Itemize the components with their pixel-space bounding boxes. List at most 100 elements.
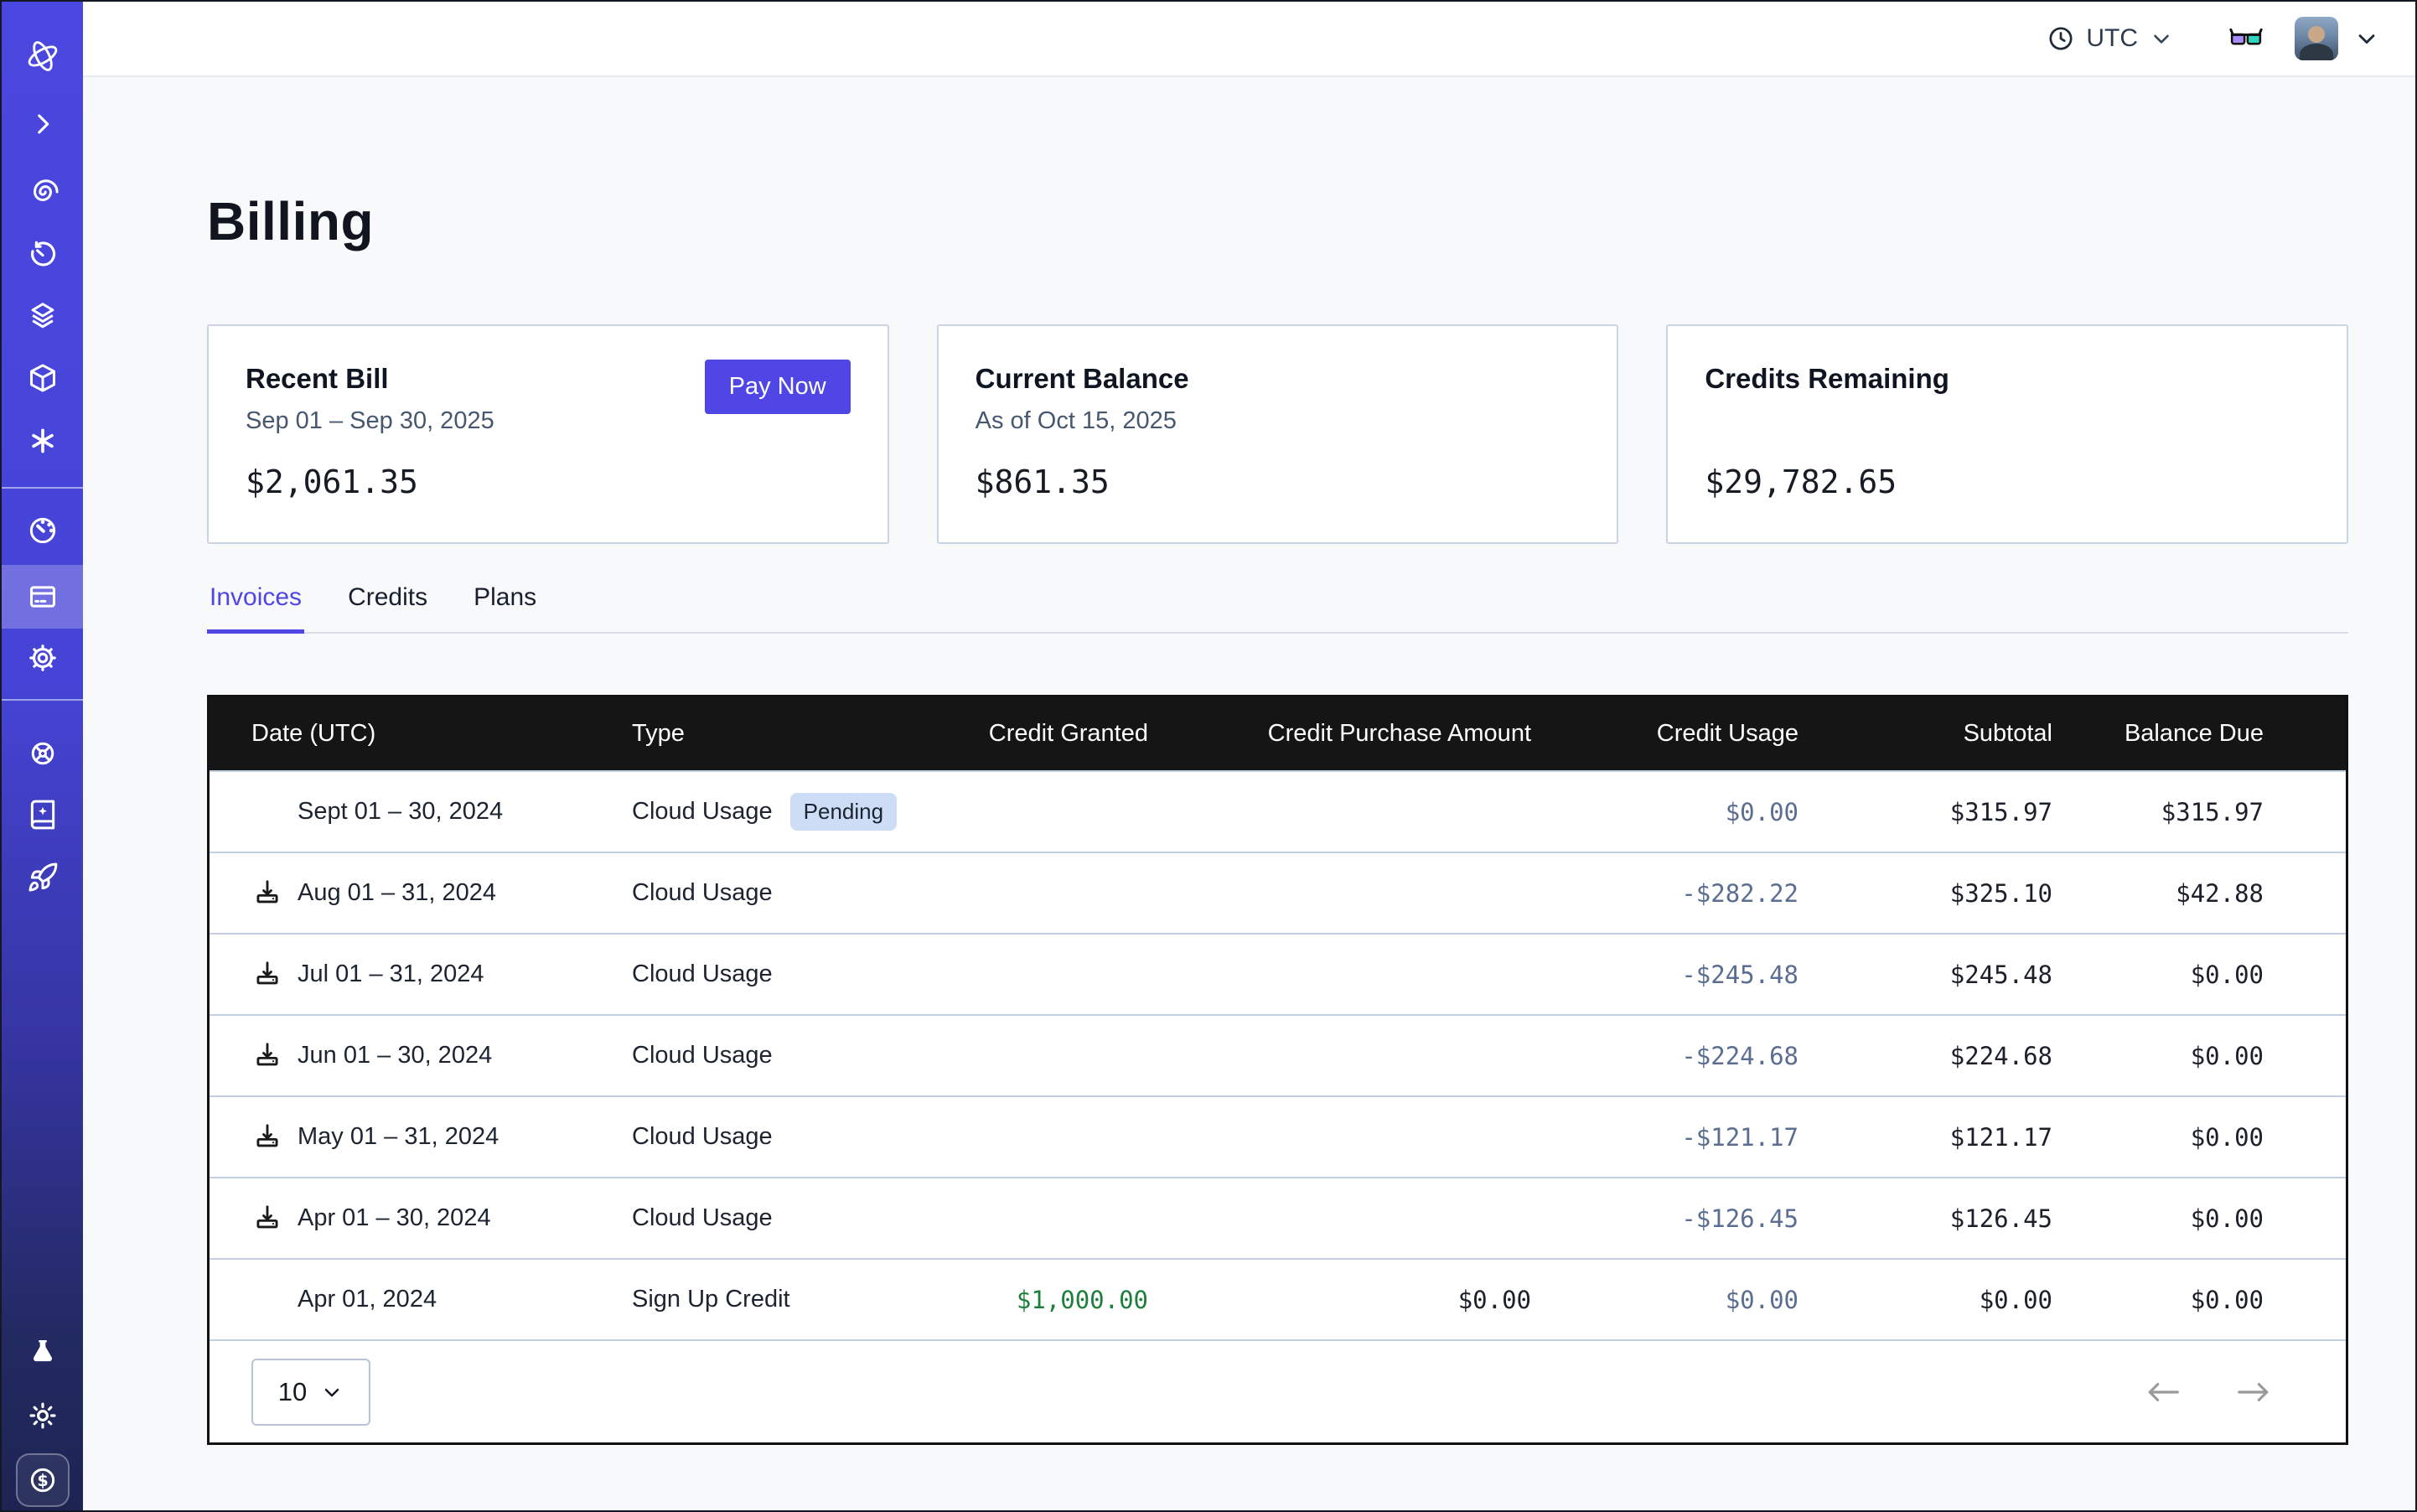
subtotal: $325.10 — [1799, 879, 2052, 908]
download-placeholder — [251, 796, 283, 828]
chevron-down-icon — [2149, 26, 2174, 51]
sidebar-item-timer[interactable] — [2, 222, 83, 286]
sidebar-divider — [2, 699, 83, 701]
recent-bill-amount: $2,061.35 — [246, 463, 418, 500]
main-area: UTC Billing Recent Bill — [83, 2, 2415, 1510]
sidebar-item-credits[interactable]: $ — [16, 1453, 70, 1507]
sidebar-item-settings[interactable] — [2, 626, 83, 690]
chevron-down-icon — [2353, 25, 2380, 52]
subtotal: $315.97 — [1799, 798, 2052, 826]
table-header-row: Date (UTC) Type Credit Granted Credit Pu… — [210, 697, 2346, 770]
demo-mode-button[interactable] — [2229, 25, 2263, 52]
atom-logo-glyph — [23, 37, 62, 75]
invoice-date: Jun 01 – 30, 2024 — [298, 1042, 492, 1069]
col-credit-granted: Credit Granted — [950, 720, 1148, 748]
balance-due: $42.88 — [2052, 879, 2346, 908]
subtotal: $245.48 — [1799, 961, 2052, 989]
invoice-date: Apr 01, 2024 — [298, 1286, 437, 1313]
table-row: Apr 01, 2024 Sign Up Credit $1,000.00 $0… — [210, 1258, 2346, 1339]
card-title: Credits Remaining — [1705, 363, 2310, 395]
next-page-button[interactable] — [2235, 1379, 2272, 1406]
sidebar-item-usage[interactable] — [2, 499, 83, 562]
credit-usage: -$126.45 — [1531, 1204, 1799, 1233]
download-icon[interactable] — [251, 1121, 283, 1153]
balance-due: $0.00 — [2052, 1123, 2346, 1152]
sidebar-item-layers[interactable] — [2, 284, 83, 348]
invoice-type: Sign Up Credit — [632, 1286, 790, 1313]
sidebar-item-asterisk[interactable] — [2, 409, 83, 473]
tab-credits[interactable]: Credits — [345, 583, 430, 634]
clock-icon — [2047, 24, 2075, 53]
sidebar-item-billing[interactable] — [2, 565, 83, 629]
invoice-type: Cloud Usage — [632, 1204, 773, 1232]
download-placeholder — [251, 1284, 283, 1316]
credit-granted: $1,000.00 — [950, 1286, 1148, 1314]
invoice-date: Apr 01 – 30, 2024 — [298, 1204, 491, 1232]
balance-as-of: As of Oct 15, 2025 — [976, 407, 1581, 435]
invoice-type: Cloud Usage — [632, 1042, 773, 1069]
subtotal: $121.17 — [1799, 1123, 2052, 1152]
credit-usage: $0.00 — [1531, 1286, 1799, 1314]
status-badge: Pending — [790, 793, 897, 831]
previous-page-button[interactable] — [2145, 1379, 2182, 1406]
download-icon[interactable] — [251, 959, 283, 991]
app-window: $ UTC — [0, 0, 2417, 1512]
gear-icon — [27, 642, 59, 674]
sun-icon — [27, 1400, 59, 1432]
chevron-down-icon — [320, 1380, 344, 1404]
col-type: Type — [632, 720, 950, 748]
sidebar-item-getting-started[interactable] — [2, 846, 83, 909]
credit-usage: -$282.22 — [1531, 879, 1799, 908]
download-icon[interactable] — [251, 878, 283, 909]
subtotal: $126.45 — [1799, 1204, 2052, 1233]
invoice-type: Cloud Usage — [632, 961, 773, 988]
table-row: Aug 01 – 31, 2024 Cloud Usage -$282.22 $… — [210, 852, 2346, 933]
flask-icon — [27, 1337, 59, 1369]
download-icon[interactable] — [251, 1040, 283, 1072]
invoice-date: Sept 01 – 30, 2024 — [298, 798, 503, 826]
invoice-type: Cloud Usage — [632, 879, 773, 907]
sidebar-item-cube[interactable] — [2, 346, 83, 410]
sidebar-item-theme-toggle[interactable] — [2, 1384, 83, 1447]
docs-book-icon — [27, 799, 59, 831]
balance-due: $315.97 — [2052, 798, 2346, 826]
summary-cards: Recent Bill Sep 01 – Sep 30, 2025 $2,061… — [207, 324, 2348, 544]
card-title: Current Balance — [976, 363, 1581, 395]
rocket-icon — [27, 862, 59, 893]
content: Billing Recent Bill Sep 01 – Sep 30, 202… — [83, 77, 2415, 1445]
user-avatar[interactable] — [2295, 17, 2338, 60]
download-icon[interactable] — [251, 1203, 283, 1235]
subtotal: $0.00 — [1799, 1286, 2052, 1314]
atom-logo-icon[interactable] — [2, 24, 83, 88]
sidebar-expand-button[interactable] — [2, 92, 83, 156]
tab-invoices[interactable]: Invoices — [207, 583, 304, 634]
credit-usage: -$224.68 — [1531, 1042, 1799, 1070]
invoice-type: Cloud Usage — [632, 798, 773, 826]
page-title: Billing — [207, 190, 2348, 252]
sidebar-item-labs[interactable] — [2, 1321, 83, 1385]
account-menu-button[interactable] — [2353, 25, 2380, 52]
sidebar: $ — [2, 2, 83, 1510]
page-size-select[interactable]: 10 — [251, 1359, 370, 1426]
credits-remaining-amount: $29,782.65 — [1705, 463, 1897, 500]
sidebar-item-fleet[interactable] — [2, 722, 83, 785]
pay-now-button[interactable]: Pay Now — [705, 360, 851, 414]
table-row: Sept 01 – 30, 2024 Cloud UsagePending $0… — [210, 770, 2346, 852]
table-pagination: 10 — [210, 1339, 2346, 1442]
billing-card-icon — [27, 581, 59, 613]
recent-bill-card: Recent Bill Sep 01 – Sep 30, 2025 $2,061… — [207, 324, 889, 544]
sidebar-item-traces[interactable] — [2, 160, 83, 224]
tab-plans[interactable]: Plans — [471, 583, 539, 634]
col-date: Date (UTC) — [210, 720, 632, 748]
timer-icon — [27, 238, 59, 270]
billing-tabs: Invoices Credits Plans — [207, 583, 2348, 634]
balance-due: $0.00 — [2052, 1286, 2346, 1314]
helm-wheel-icon — [27, 738, 59, 769]
cube-icon — [27, 362, 59, 394]
credits-remaining-card: Credits Remaining $29,782.65 — [1666, 324, 2348, 544]
timezone-label: UTC — [2086, 24, 2138, 53]
timezone-selector[interactable]: UTC — [2047, 24, 2174, 53]
col-balance-due: Balance Due — [2052, 720, 2346, 748]
sidebar-item-docs[interactable] — [2, 783, 83, 847]
invoice-date: May 01 – 31, 2024 — [298, 1123, 499, 1151]
